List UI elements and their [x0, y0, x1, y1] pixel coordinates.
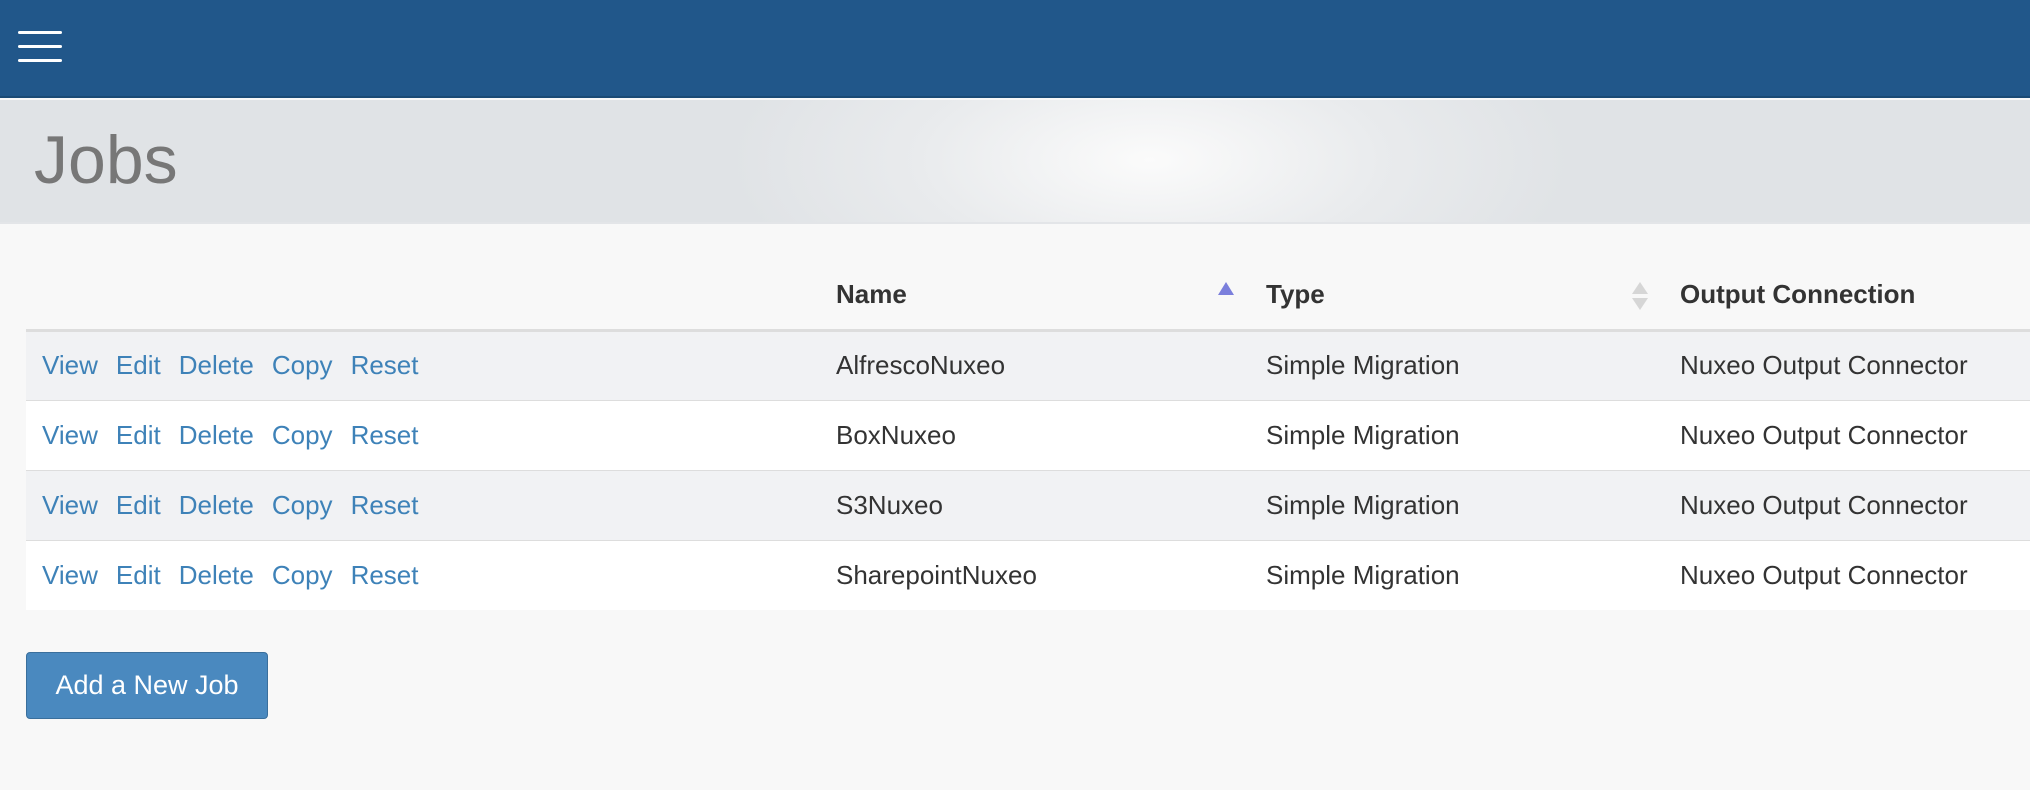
add-new-job-button[interactable]: Add a New Job	[26, 652, 268, 719]
edit-link[interactable]: Edit	[116, 350, 161, 380]
hamburger-line	[18, 59, 62, 62]
column-header-output-connection-label: Output Connection	[1680, 278, 1916, 309]
jobs-table-container: Name Type Output Connection View Edit Dele…	[26, 260, 2030, 610]
column-header-actions	[26, 260, 820, 332]
job-name-cell: AlfrescoNuxeo	[836, 350, 1006, 380]
job-type-cell: Simple Migration	[1250, 469, 1664, 540]
column-header-type-label: Type	[1266, 278, 1325, 309]
column-header-output-connection[interactable]: Output Connection	[1664, 260, 2030, 332]
sort-ascending-icon	[1218, 282, 1234, 295]
hamburger-line	[18, 45, 62, 48]
view-link[interactable]: View	[42, 420, 98, 450]
table-row: View Edit Delete Copy Reset S3Nuxeo Simple Mig…	[26, 469, 2030, 540]
view-link[interactable]: View	[42, 560, 98, 590]
row-actions: View Edit Delete Copy Reset	[26, 399, 820, 470]
page-title: Jobs	[34, 122, 178, 198]
job-output-connection-cell: Nuxeo Output Connector	[1680, 350, 1968, 380]
edit-link[interactable]: Edit	[116, 420, 161, 450]
reset-link[interactable]: Reset	[351, 420, 419, 450]
reset-link[interactable]: Reset	[351, 490, 419, 520]
table-row: View Edit Delete Copy Reset BoxNuxeo Simple Mi…	[26, 399, 2030, 470]
hamburger-line	[18, 31, 62, 34]
column-header-type[interactable]: Type	[1250, 260, 1664, 332]
view-link[interactable]: View	[42, 490, 98, 520]
edit-link[interactable]: Edit	[116, 560, 161, 590]
copy-link[interactable]: Copy	[272, 490, 333, 520]
job-name-cell: SharepointNuxeo	[820, 539, 1250, 610]
column-header-name[interactable]: Name	[820, 260, 1250, 332]
delete-link[interactable]: Delete	[179, 490, 254, 520]
row-actions: View Edit Delete Copy Reset	[26, 330, 820, 400]
table-row: View Edit Delete Copy Reset SharepointNuxeo Si…	[26, 539, 2030, 610]
job-output-connection-cell: Nuxeo Output Connector	[1664, 399, 2030, 470]
job-name-cell: S3Nuxeo	[820, 469, 1250, 540]
row-actions: View Edit Delete Copy Reset	[26, 539, 820, 610]
hamburger-menu-icon[interactable]	[18, 30, 62, 62]
table-row: View Edit Delete Copy Reset AlfrescoNuxeo Simp…	[26, 330, 2030, 400]
reset-link[interactable]: Reset	[351, 350, 419, 380]
top-navbar	[0, 0, 2030, 98]
job-type-cell: Simple Migration	[1250, 399, 1664, 470]
job-type-cell: Simple Migration	[1250, 539, 1664, 610]
row-actions: View Edit Delete Copy Reset	[26, 469, 820, 540]
edit-link[interactable]: Edit	[116, 490, 161, 520]
job-name-cell: BoxNuxeo	[820, 399, 1250, 470]
column-header-name-label: Name	[836, 278, 907, 309]
jobs-table-body: View Edit Delete Copy Reset AlfrescoNuxeo Simp…	[26, 330, 2030, 610]
delete-link[interactable]: Delete	[179, 560, 254, 590]
reset-link[interactable]: Reset	[351, 560, 419, 590]
view-link[interactable]: View	[42, 350, 98, 380]
jobs-table: Name Type Output Connection View Edit Dele…	[26, 260, 2030, 610]
copy-link[interactable]: Copy	[272, 350, 333, 380]
job-type-cell: Simple Migration	[1266, 350, 1460, 380]
delete-link[interactable]: Delete	[179, 420, 254, 450]
copy-link[interactable]: Copy	[272, 420, 333, 450]
sort-both-icon	[1632, 282, 1648, 312]
copy-link[interactable]: Copy	[272, 560, 333, 590]
job-output-connection-cell: Nuxeo Output Connector	[1664, 539, 2030, 610]
job-output-connection-cell: Nuxeo Output Connector	[1664, 469, 2030, 540]
page-header: Jobs	[0, 100, 2030, 224]
table-header-row: Name Type Output Connection	[26, 260, 2030, 332]
delete-link[interactable]: Delete	[179, 350, 254, 380]
